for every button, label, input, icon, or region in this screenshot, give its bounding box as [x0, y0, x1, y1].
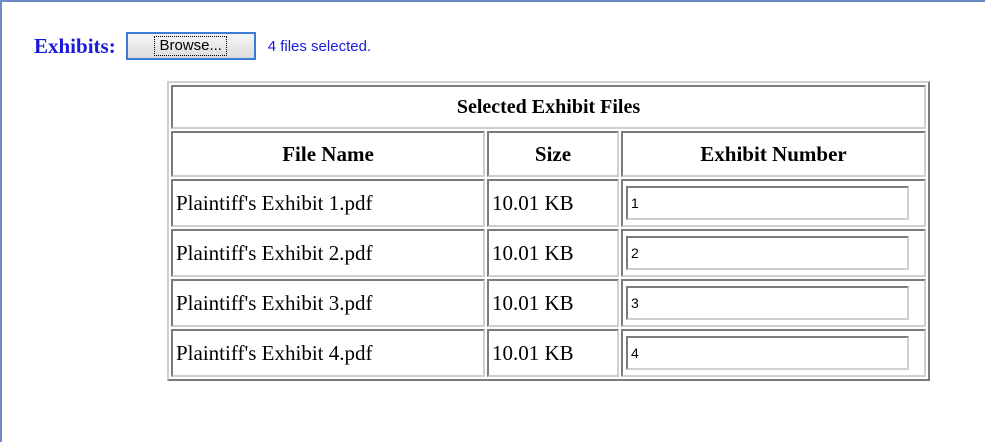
exhibit-number-cell	[621, 329, 926, 377]
table-header-row: File Name Size Exhibit Number	[171, 131, 926, 177]
exhibit-number-cell	[621, 179, 926, 227]
table-row: Plaintiff's Exhibit 3.pdf 10.01 KB	[171, 279, 926, 327]
table-row: Plaintiff's Exhibit 2.pdf 10.01 KB	[171, 229, 926, 277]
table-caption: Selected Exhibit Files	[171, 85, 926, 129]
exhibits-label: Exhibits:	[34, 33, 116, 58]
table-caption-row: Selected Exhibit Files	[171, 85, 926, 129]
files-selected-status: 4 files selected.	[267, 37, 372, 55]
size-cell: 10.01 KB	[487, 329, 619, 377]
file-name-cell: Plaintiff's Exhibit 2.pdf	[171, 229, 485, 277]
column-header-size: Size	[487, 131, 619, 177]
table-row: Plaintiff's Exhibit 1.pdf 10.01 KB	[171, 179, 926, 227]
table-row: Plaintiff's Exhibit 4.pdf 10.01 KB	[171, 329, 926, 377]
browse-button[interactable]: Browse...	[125, 32, 256, 60]
exhibit-number-input[interactable]	[626, 336, 909, 370]
browse-button-label: Browse...	[154, 36, 227, 56]
file-name-cell: Plaintiff's Exhibit 4.pdf	[171, 329, 485, 377]
exhibit-number-input[interactable]	[626, 236, 909, 270]
exhibit-number-cell	[621, 279, 926, 327]
size-cell: 10.01 KB	[487, 179, 619, 227]
selected-exhibit-files-table: Selected Exhibit Files File Name Size Ex…	[167, 81, 930, 381]
column-header-exhibit-number: Exhibit Number	[621, 131, 926, 177]
file-name-cell: Plaintiff's Exhibit 1.pdf	[171, 179, 485, 227]
exhibits-row: Exhibits: Browse... 4 files selected.	[34, 29, 371, 63]
size-cell: 10.01 KB	[487, 229, 619, 277]
exhibit-number-input[interactable]	[626, 286, 909, 320]
size-cell: 10.01 KB	[487, 279, 619, 327]
column-header-file-name: File Name	[171, 131, 485, 177]
exhibit-number-input[interactable]	[626, 186, 909, 220]
file-name-cell: Plaintiff's Exhibit 3.pdf	[171, 279, 485, 327]
exhibit-number-cell	[621, 229, 926, 277]
